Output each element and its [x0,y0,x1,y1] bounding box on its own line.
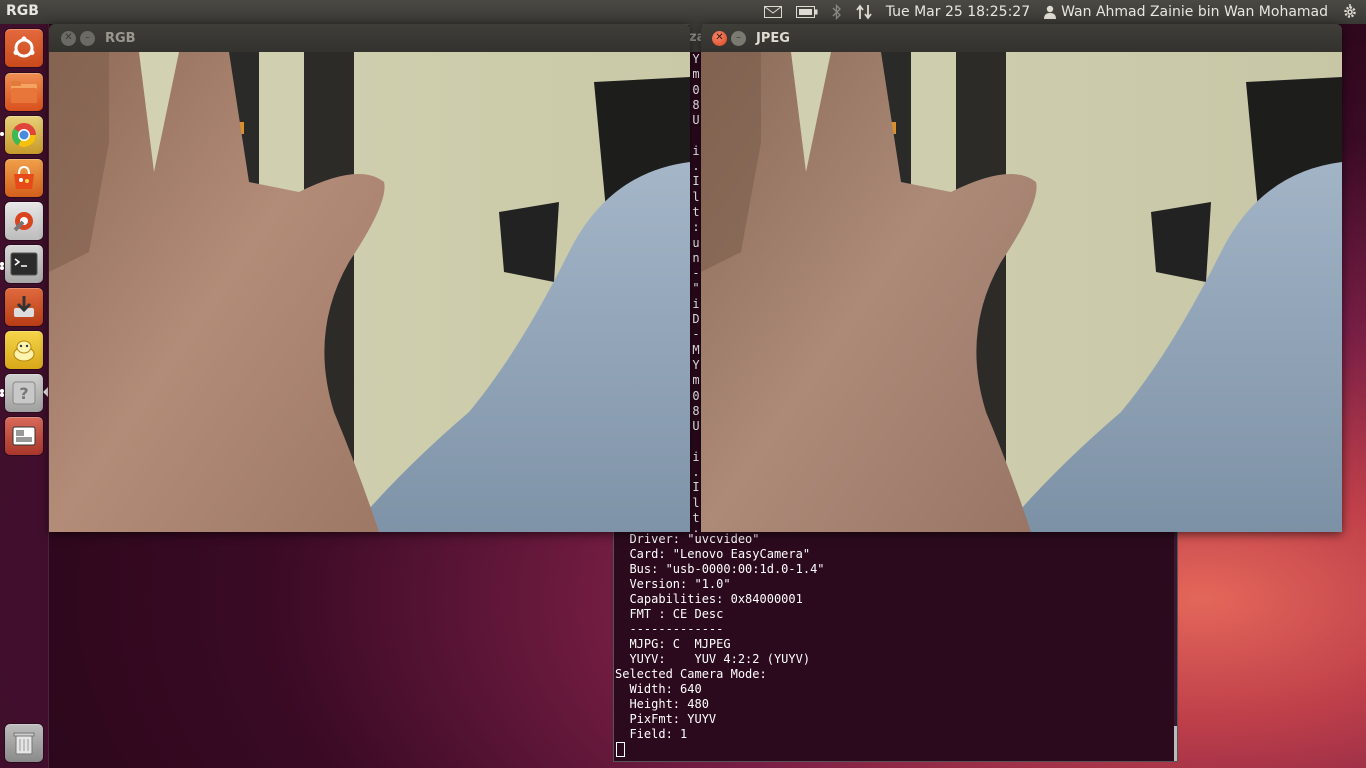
rgb-camera-view [49,52,690,532]
active-indicator [43,387,48,397]
rgb-window-title: RGB [105,30,136,46]
jpeg-window-title: JPEG [756,30,790,46]
minimize-button[interactable]: – [731,30,746,46]
help-icon[interactable]: ? [5,374,43,412]
terminal-line: PixFmt: YUYV [615,712,717,726]
terminal-icon[interactable] [5,245,43,283]
top-panel: RGB Tue Mar 25 18:25:27 Wan Ahmad Zainie… [0,0,1366,24]
rgb-window[interactable]: ✕ – RGB [49,24,690,532]
active-app-title: RGB [6,3,39,19]
terminal-cursor [616,742,625,757]
close-button[interactable]: ✕ [712,30,727,46]
running-indicator [0,393,4,397]
mail-icon[interactable] [763,6,782,18]
clock[interactable]: Tue Mar 25 18:25:27 [886,4,1030,20]
workspace-switcher-icon[interactable] [5,417,43,455]
minimize-button[interactable]: – [80,30,95,46]
terminal-line: YUYV: YUV 4:2:2 (YUYV) [615,652,811,666]
terminal-prompt[interactable] [615,742,825,759]
bluetooth-icon[interactable] [832,4,842,20]
terminal-line: Bus: "usb-0000:00:1d.0-1.4" [615,562,825,576]
close-button[interactable]: ✕ [61,30,76,46]
dash-home-icon[interactable] [5,29,43,67]
terminal-line: Card: "Lenovo EasyCamera" [615,547,811,561]
terminal-line: Driver: "uvcvideo" [615,532,760,546]
svg-text:?: ? [19,384,28,403]
terminal-line: Selected Camera Mode: [615,667,767,681]
update-manager-icon[interactable] [5,288,43,326]
running-indicator [0,132,4,136]
terminal-line: Field: 1 [615,727,688,741]
terminal-line: Version: "1.0" [615,577,731,591]
user-icon [1044,5,1057,19]
username: Wan Ahmad Zainie bin Wan Mohamad [1061,4,1328,20]
indicator-area: Tue Mar 25 18:25:27 Wan Ahmad Zainie bin… [763,0,1358,24]
running-indicator [0,266,4,270]
terminal-output: Driver: "uvcvideo" Card: "Lenovo EasyCam… [615,532,825,759]
jpeg-titlebar[interactable]: ✕ – JPEG [701,24,1342,52]
files-icon[interactable] [5,73,43,111]
app-icon[interactable] [5,331,43,369]
terminal-line: ------------- [615,622,724,636]
jpeg-window[interactable]: ✕ – JPEG [701,24,1342,532]
scrollbar-thumb[interactable] [1174,726,1177,761]
user-menu[interactable]: Wan Ahmad Zainie bin Wan Mohamad [1044,4,1328,20]
terminal-line: Width: 640 [615,682,702,696]
network-icon[interactable] [856,4,872,20]
launcher: ? [0,24,49,768]
software-center-icon[interactable] [5,159,43,197]
system-settings-icon[interactable] [5,202,43,240]
jpeg-camera-view [701,52,1342,532]
gear-icon[interactable] [1342,4,1358,20]
rgb-titlebar[interactable]: ✕ – RGB [49,24,690,52]
terminal-line: MJPG: C MJPEG [615,637,731,651]
chrome-icon[interactable] [5,116,43,154]
terminal-line: Capabilities: 0x84000001 [615,592,803,606]
trash-icon[interactable] [5,724,43,762]
terminal-line: FMT : CE Desc [615,607,724,621]
terminal-line: Height: 480 [615,697,709,711]
battery-icon[interactable] [795,6,818,18]
